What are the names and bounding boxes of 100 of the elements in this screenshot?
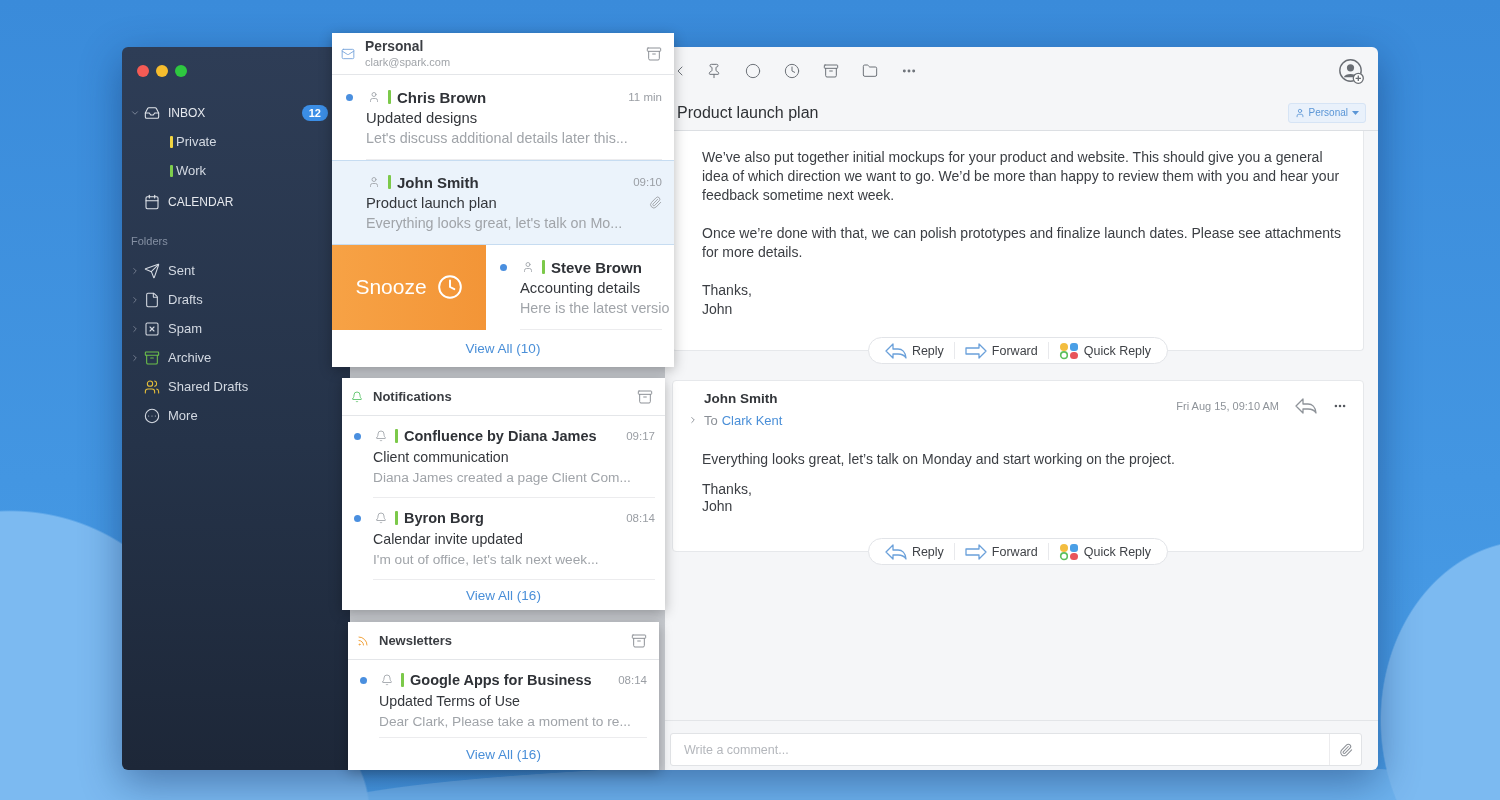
zoom-button[interactable] [175,65,187,77]
inbox-icon [144,104,160,121]
sidebar-item[interactable]: CALENDAR [144,193,234,210]
archive-icon[interactable] [823,63,839,79]
rss-icon [357,634,369,647]
chevron-right-icon[interactable] [130,294,140,305]
unread-count-badge: 12 [301,104,328,121]
message-time: 08:14 [625,512,655,524]
message-subject: Updated designs [366,109,478,126]
recipient-label: To [704,412,718,428]
paperclip-icon [1338,742,1353,757]
message-subject: Product launch plan [366,194,497,211]
clock-icon[interactable] [784,63,800,79]
message-subject: Calendar invite updated [373,530,523,547]
chevron-right-icon[interactable] [130,352,140,363]
people-icon [144,378,160,395]
forward-button[interactable]: Forward [953,543,1048,560]
message-paragraph: Thanks, John [702,481,753,515]
message-time: 09:10 [632,176,662,188]
view-all-link[interactable]: View All (16) [466,746,541,762]
person-icon [368,91,380,103]
message-row[interactable]: Google Apps for Business 08:14 Updated Terms of Use Dear Clark, Please take a moment to re... [348,660,659,738]
section-title: Notifications [373,389,452,404]
reply-button[interactable]: Reply [874,543,954,560]
message-row[interactable]: Confluence by Diana James 09:17 Client communication Diana James created a page Client Com... [342,416,665,498]
sender-name: Confluence by Diana James [404,428,597,444]
add-person-icon[interactable] [1339,58,1364,84]
message-preview: Dear Clark, Please take a moment to re... [379,713,632,731]
quick-reply-button[interactable]: Quick Reply [1047,342,1162,359]
label-marker-icon [388,175,391,189]
send-icon [144,262,160,279]
close-button[interactable] [137,65,149,77]
label-marker-icon [388,90,391,104]
sidebar-item[interactable]: Private [170,134,217,149]
archive-icon[interactable] [631,632,647,649]
pin-icon[interactable] [706,63,722,79]
document-icon [144,291,160,308]
archive-icon [144,349,160,366]
sidebar-item[interactable]: Archive [144,349,212,366]
calendar-icon [144,193,160,210]
chevron-right-icon[interactable] [130,323,140,334]
person-icon [522,261,534,273]
minimize-button[interactable] [156,65,168,77]
message-time: 09:17 [625,430,655,442]
sidebar-item[interactable]: Spam [144,320,202,337]
sidebar-item[interactable]: Drafts [144,291,203,308]
recipient-link[interactable]: Clark Kent [721,412,783,428]
forward-arrow-icon [964,342,987,359]
bell-icon [375,430,387,442]
chevron-right-icon[interactable] [130,265,140,276]
section-heading: Folders [130,234,169,249]
quick-reply-icon [1058,542,1079,561]
message-preview: I'm out of office, let's talk next week... [373,551,600,569]
sidebar-item[interactable]: INBOX [144,104,206,121]
message-preview: Diana James created a page Client Com... [373,469,632,487]
label-marker-icon [542,260,545,274]
sender-name: Chris Brown [397,88,487,106]
sender-name: Steve Brown [551,258,642,276]
sender-name: Google Apps for Business [410,672,592,688]
message-subject: Updated Terms of Use [379,692,520,709]
message-paragraph: Once we’re done with that, we can polish prototypes and finalize launch dates. Please see attachments for more details. [702,224,1342,262]
label-marker-icon [395,429,398,443]
account-email: clark@spark.com [365,56,451,68]
label-marker-icon [395,511,398,525]
person-icon [368,176,380,188]
archive-icon[interactable] [646,45,662,62]
message-preview: Everything looks great, let's talk on Mo... [366,214,624,233]
folder-icon[interactable] [862,63,878,79]
chevron-right-icon[interactable] [688,415,698,425]
section-title: Newsletters [379,633,452,648]
message-paragraph: Thanks, John [702,281,753,319]
circle-icon[interactable] [745,63,761,79]
archive-icon[interactable] [637,388,653,405]
message-subject: Client communication [373,448,509,465]
sidebar-item[interactable]: More [144,407,198,424]
reply-arrow-icon[interactable] [1295,398,1317,414]
sidebar-item[interactable]: Sent [144,262,195,279]
message-preview: Here is the latest versio [520,299,671,318]
quick-reply-icon [1058,341,1079,360]
caret-icon [1352,110,1359,115]
quick-reply-button[interactable]: Quick Reply [1047,543,1162,560]
message-paragraph: We’ve also put together initial mockups for your product and website. This should give you a general idea of which direction we want to go. We’d be more than happy to review them with you and hear your feedback sometime next week. [702,148,1341,205]
view-all-link[interactable]: View All (16) [466,587,541,603]
message-row[interactable]: John Smith 09:10 Product launch plan Everything looks great, let's talk on Mo... [332,160,674,245]
sender-name: Byron Borg [404,510,484,526]
sidebar-item[interactable]: Work [170,163,207,178]
sidebar-item[interactable]: Shared Drafts [144,378,249,395]
message-row[interactable]: Chris Brown 11 min Updated designs Let's discuss additional details later this... [332,75,674,160]
reply-arrow-icon [884,543,907,560]
message-subject: Accounting details [520,279,641,296]
forward-button[interactable]: Forward [953,342,1048,359]
mail-icon [341,46,355,61]
message-row[interactable]: Byron Borg 08:14 Calendar invite updated I'm out of office, let's talk next week... [342,498,665,580]
more-icon [144,407,160,424]
view-all-link[interactable]: View All (10) [465,341,541,356]
message-row[interactable]: Snooze Steve Brown Accounting details Here is the latest versio [332,245,674,330]
reply-button[interactable]: Reply [874,342,954,359]
sender-name: John Smith [704,390,779,408]
message-paragraph: Everything looks great, let’s talk on Monday and start working on the project. [702,451,1176,468]
reply-arrow-icon [884,342,907,359]
